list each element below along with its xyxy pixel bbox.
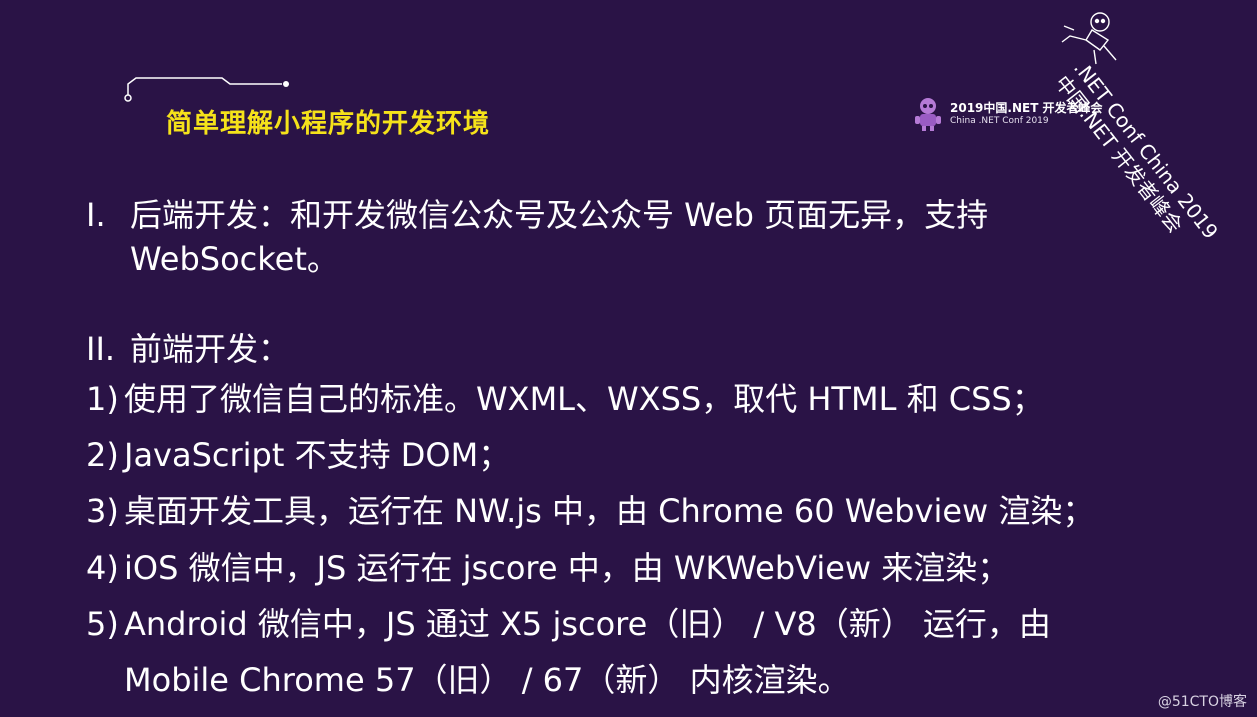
sub-item-text: 桌面开发工具，运行在 NW.js 中，由 Chrome 60 Webview 渲… — [124, 492, 1095, 530]
sub-item-marker: 1) — [86, 380, 119, 418]
slide: 简单理解小程序的开发环境 2019中国.NET 开发者峰会 China .NET… — [0, 0, 1257, 717]
list-item-text: WebSocket。 — [130, 240, 339, 278]
sub-item-marker: 5) — [86, 605, 119, 643]
circuit-decoration-icon — [124, 77, 289, 102]
slide-title: 简单理解小程序的开发环境 — [166, 109, 491, 139]
sub-item-marker: 2) — [86, 436, 119, 474]
corner-banner-line2: 中国.NET 开发者峰会 — [1050, 70, 1188, 238]
sub-item-text: iOS 微信中，JS 运行在 jscore 中，由 WKWebView 来渲染； — [124, 549, 1010, 587]
sub-item-text: Mobile Chrome 57（旧） / 67（新） 内核渲染。 — [124, 661, 850, 699]
sub-item-marker: 3) — [86, 492, 119, 530]
item-marker: II. — [86, 330, 116, 368]
corner-banner: .NET Conf China 2019 中国.NET 开发者峰会 — [1050, 56, 1223, 258]
watermark: @51CTO博客 — [1157, 694, 1247, 710]
sub-item-text: Android 微信中，JS 通过 X5 jscore（旧） / V8（新） 运… — [124, 605, 1051, 643]
item-marker: I. — [86, 196, 106, 234]
sub-item-marker: 4) — [86, 549, 119, 587]
list-item-text: 前端开发： — [130, 330, 291, 368]
corner-banner-line1: .NET Conf China 2019 — [1069, 56, 1223, 244]
sub-item-text: JavaScript 不支持 DOM； — [124, 436, 511, 474]
robot-mascot-icon — [915, 98, 941, 131]
list-item-text: 后端开发：和开发微信公众号及公众号 Web 页面无异，支持 — [130, 196, 989, 234]
sub-item-text: 使用了微信自己的标准。WXML、WXSS，取代 HTML 和 CSS； — [124, 380, 1044, 418]
